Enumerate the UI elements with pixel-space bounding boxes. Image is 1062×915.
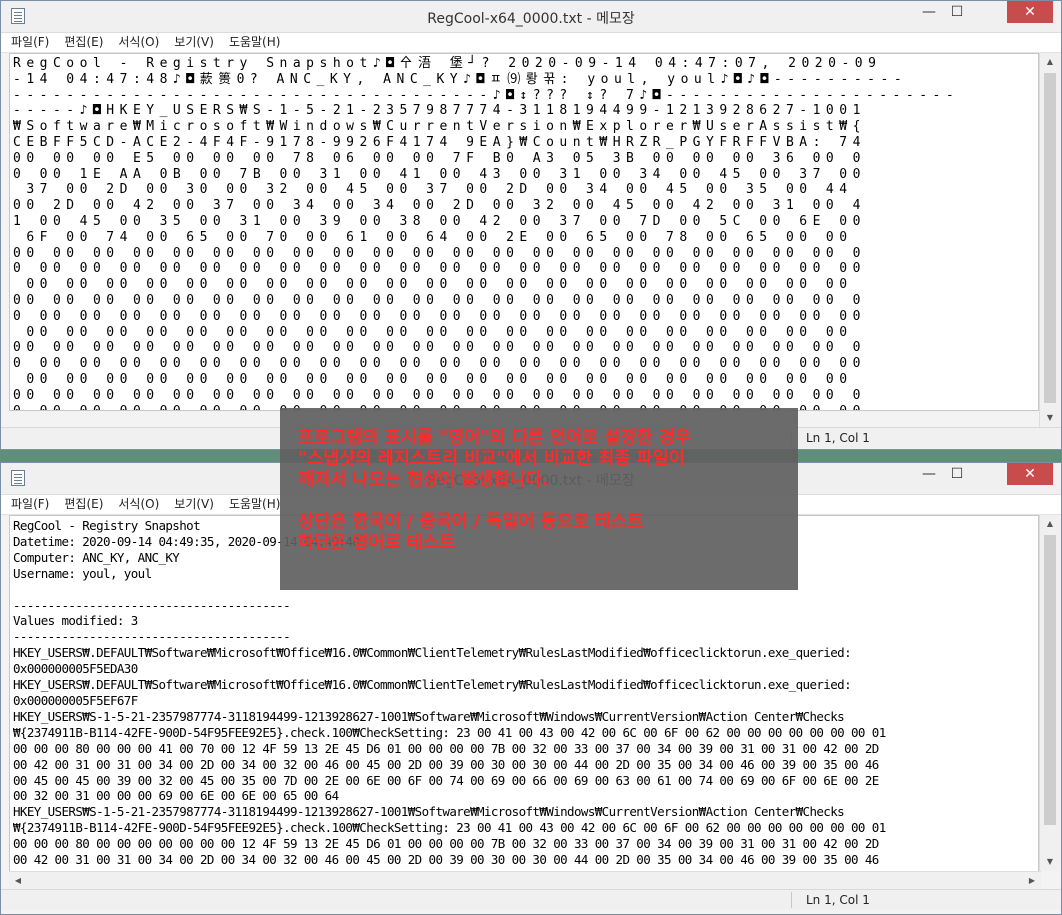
scroll-thumb[interactable] (1044, 73, 1056, 403)
menu-edit[interactable]: 편집(E) (64, 33, 103, 52)
menu-file[interactable]: 파일(F) (11, 495, 49, 514)
cursor-position: Ln 1, Col 1 (806, 431, 870, 445)
scroll-up-arrow-icon[interactable]: ▲ (1040, 53, 1060, 71)
maximize-button[interactable]: ☐ (943, 1, 971, 23)
scroll-down-arrow-icon[interactable]: ▼ (1040, 409, 1060, 427)
status-bar: Ln 1, Col 1 (1, 889, 1061, 910)
scroll-thumb[interactable] (1044, 535, 1056, 825)
document-text[interactable]: RegCool - Registry Snapshot♪◘㐃浯 堡┘? 2020… (10, 54, 1038, 410)
menu-format[interactable]: 서식(O) (118, 33, 159, 52)
menu-file[interactable]: 파일(F) (11, 33, 49, 52)
annotation-line: "스냅샷의 레지스트리 비교"에서 비교한 최종 파일이 (298, 449, 685, 469)
menu-bar: 파일(F) 편집(E) 서식(O) 보기(V) 도움말(H) (1, 33, 1061, 53)
vertical-scrollbar[interactable]: ▲ ▼ (1039, 515, 1060, 871)
text-area[interactable]: RegCool - Registry Snapshot♪◘㐃浯 堡┘? 2020… (9, 53, 1039, 411)
minimize-button[interactable]: — (915, 1, 943, 23)
notepad-window-top: RegCool-x64_0000.txt - 메모장 — ☐ ✕ 파일(F) 편… (0, 0, 1062, 450)
close-button[interactable]: ✕ (1007, 1, 1053, 23)
horizontal-scrollbar[interactable]: ◀ ▶ (9, 871, 1041, 890)
status-divider (791, 892, 792, 908)
annotation-line: 프로그램의 표시를 "영어"외 다른 언어로 설정한 경우 (298, 428, 691, 448)
menu-view[interactable]: 보기(V) (174, 33, 214, 52)
vertical-scrollbar[interactable]: ▲ ▼ (1039, 53, 1060, 427)
title-bar[interactable]: RegCool-x64_0000.txt - 메모장 — ☐ ✕ (1, 1, 1061, 33)
menu-format[interactable]: 서식(O) (118, 495, 159, 514)
maximize-button[interactable]: ☐ (943, 463, 971, 485)
annotation-box: 프로그램의 표시를 "영어"외 다른 언어로 설정한 경우 "스냅샷의 레지스트… (280, 408, 798, 590)
menu-help[interactable]: 도움말(H) (229, 495, 281, 514)
scroll-left-arrow-icon[interactable]: ◀ (9, 872, 27, 890)
cursor-position: Ln 1, Col 1 (806, 893, 870, 907)
menu-view[interactable]: 보기(V) (174, 495, 214, 514)
minimize-button[interactable]: — (915, 463, 943, 485)
annotation-line: 상단은 한국어 / 중국어 / 독일어 등으로 테스트 (298, 512, 644, 532)
scroll-up-arrow-icon[interactable]: ▲ (1040, 515, 1060, 533)
window-title: RegCool-x64_0000.txt - 메모장 (427, 11, 635, 27)
scroll-down-arrow-icon[interactable]: ▼ (1040, 853, 1060, 871)
menu-edit[interactable]: 편집(E) (64, 495, 103, 514)
menu-help[interactable]: 도움말(H) (229, 33, 281, 52)
annotation-line: 깨져서 나오는 현상이 발생합니다. (298, 470, 549, 490)
close-button[interactable]: ✕ (1007, 463, 1053, 485)
scroll-right-arrow-icon[interactable]: ▶ (1023, 872, 1041, 890)
annotation-line: 하단은 영어로 테스트 (298, 533, 456, 553)
